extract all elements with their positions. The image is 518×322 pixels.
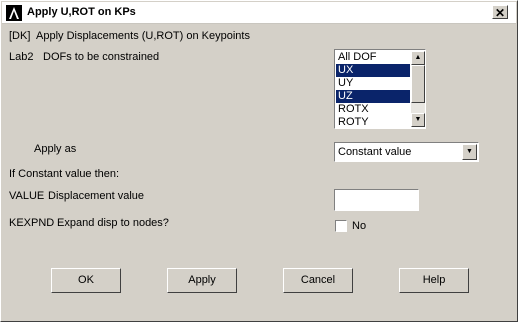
dialog-window: Apply U,ROT on KPs ✕ [DK] Apply Displace… (0, 0, 518, 322)
kexpnd-key: KEXPND (9, 217, 55, 229)
displacement-value-input[interactable] (334, 189, 419, 211)
dof-option[interactable]: UZ (336, 90, 410, 103)
value-key: VALUE (9, 190, 45, 202)
dof-list-scrollbar[interactable]: ▲ ▼ (411, 51, 425, 127)
close-icon: ✕ (494, 6, 506, 20)
dof-option[interactable]: UY (336, 77, 410, 90)
apply-as-label: Apply as (34, 143, 77, 155)
apply-as-select[interactable]: Constant value ▼ (334, 142, 479, 162)
apply-as-value: Constant value (338, 146, 412, 158)
ok-button[interactable]: OK (51, 268, 121, 293)
dof-option[interactable]: UX (336, 64, 410, 77)
kexpnd-label: Expand disp to nodes? (57, 217, 169, 229)
dof-option[interactable]: ROTY (336, 116, 410, 127)
constant-section-heading: If Constant value then: (9, 168, 120, 180)
ansys-logo-icon (6, 5, 22, 21)
expand-nodes-checkbox-label[interactable]: No (352, 220, 366, 232)
title-bar[interactable]: Apply U,ROT on KPs ✕ (2, 2, 516, 24)
lab2-label: DOFs to be constrained (43, 51, 160, 63)
dialog-description: Apply Displacements (U,ROT) on Keypoints (36, 30, 250, 42)
value-label: Displacement value (48, 190, 144, 202)
close-button[interactable]: ✕ (492, 5, 508, 20)
dof-option[interactable]: ROTX (336, 103, 410, 116)
expand-nodes-checkbox[interactable] (335, 220, 347, 232)
scroll-down-button[interactable]: ▼ (411, 113, 425, 127)
chevron-down-icon: ▼ (466, 148, 473, 155)
cancel-button[interactable]: Cancel (283, 268, 353, 293)
dropdown-button[interactable]: ▼ (462, 144, 477, 160)
lab2-key: Lab2 (9, 51, 34, 63)
arrow-up-icon: ▲ (414, 54, 422, 61)
arrow-down-icon: ▼ (414, 116, 422, 123)
help-button[interactable]: Help (399, 268, 469, 293)
apply-button[interactable]: Apply (167, 268, 237, 293)
scroll-up-button[interactable]: ▲ (411, 51, 425, 65)
dof-listbox[interactable]: All DOF UX UY UZ ROTX ROTY ▲ ▼ (334, 49, 426, 129)
scroll-thumb[interactable] (411, 65, 425, 103)
dof-list: All DOF UX UY UZ ROTX ROTY (336, 51, 410, 127)
dk-tag: [DK] (9, 30, 31, 42)
dof-option[interactable]: All DOF (336, 51, 410, 64)
window-title: Apply U,ROT on KPs (27, 6, 136, 18)
